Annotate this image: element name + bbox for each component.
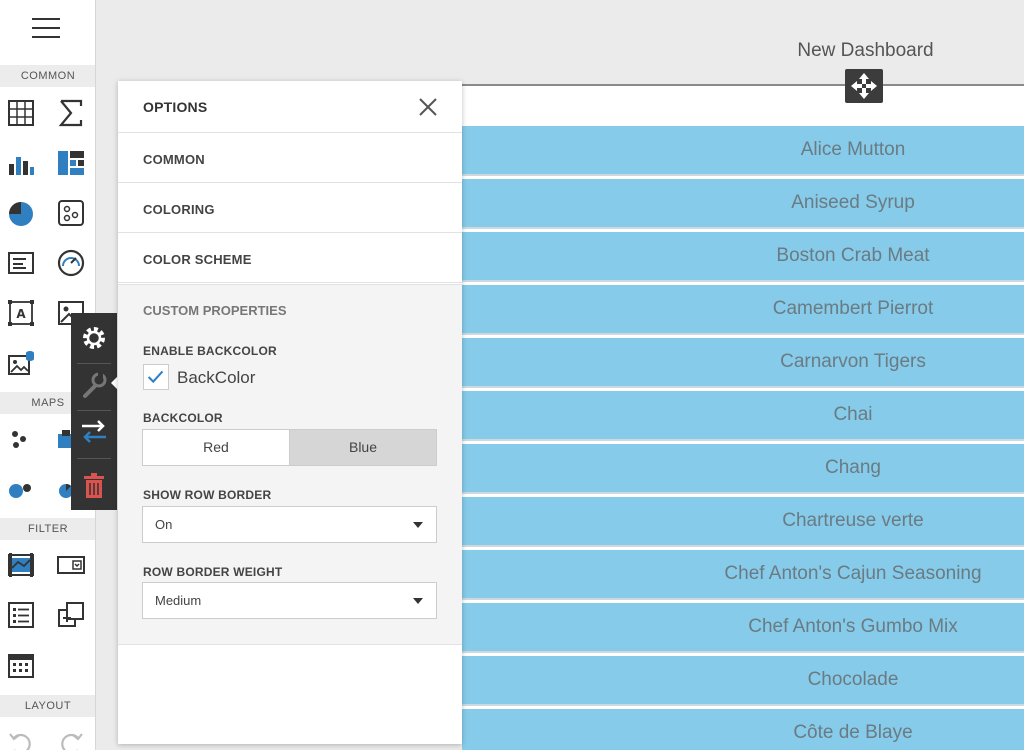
- table-row[interactable]: Chef Anton's Cajun Seasoning: [462, 550, 1024, 600]
- options-header: OPTIONS: [118, 81, 462, 133]
- hamburger-menu-icon[interactable]: [32, 18, 60, 42]
- section-coloring[interactable]: COLORING: [118, 183, 462, 233]
- range-filter-icon[interactable]: [6, 550, 36, 580]
- checkmark-icon: [147, 370, 164, 384]
- redo-icon[interactable]: [56, 726, 86, 750]
- chevron-down-icon: [413, 598, 423, 604]
- row-border-weight-select[interactable]: Medium: [142, 582, 437, 619]
- table-row[interactable]: Chef Anton's Gumbo Mix: [462, 603, 1024, 653]
- show-row-border-label: SHOW ROW BORDER: [143, 488, 272, 502]
- backcolor-checkbox[interactable]: [143, 364, 169, 390]
- table-row[interactable]: Camembert Pierrot: [462, 285, 1024, 335]
- table-row[interactable]: Carnarvon Tigers: [462, 338, 1024, 388]
- custom-properties-title[interactable]: CUSTOM PROPERTIES: [143, 303, 287, 318]
- section-common[interactable]: COMMON: [118, 133, 462, 183]
- table-row[interactable]: Aniseed Syrup: [462, 179, 1024, 229]
- enable-backcolor-label: ENABLE BACKCOLOR: [143, 344, 277, 358]
- toolbox-group-filter: FILTER: [0, 518, 95, 540]
- geo-point-map-icon[interactable]: [6, 424, 36, 454]
- list-box-icon[interactable]: [6, 600, 36, 630]
- date-filter-icon[interactable]: [6, 650, 36, 680]
- table-row[interactable]: Alice Mutton: [462, 126, 1024, 176]
- table-row[interactable]: Chocolade: [462, 656, 1024, 706]
- dashboard-title[interactable]: New Dashboard: [97, 40, 1024, 62]
- gear-icon[interactable]: [79, 323, 109, 353]
- select-value: Medium: [155, 593, 202, 608]
- pie-chart-icon[interactable]: [6, 198, 36, 228]
- backcolor-button-group: Red Blue: [142, 429, 437, 466]
- toolbox-group-common: COMMON: [0, 65, 95, 87]
- options-panel: OPTIONS COMMON COLORING COLOR SCHEME CUS…: [118, 81, 462, 744]
- section-label: COMMON: [143, 152, 205, 167]
- trash-icon[interactable]: [79, 471, 109, 501]
- table-row[interactable]: Chartreuse verte: [462, 497, 1024, 547]
- move-handle-icon[interactable]: [845, 69, 883, 103]
- table-row[interactable]: Chang: [462, 444, 1024, 494]
- grid-dashboard-item[interactable]: Alice Mutton Aniseed Syrup Boston Crab M…: [462, 84, 1024, 750]
- scatter-chart-icon[interactable]: [56, 198, 86, 228]
- table-row[interactable]: Côte de Blaye: [462, 709, 1024, 750]
- custom-properties-section: CUSTOM PROPERTIES ENABLE BACKCOLOR BackC…: [118, 284, 462, 645]
- svg-text:A: A: [16, 307, 26, 321]
- convert-arrows-icon[interactable]: [79, 417, 109, 447]
- bubble-map-icon[interactable]: [6, 474, 36, 504]
- backcolor-checkbox-label[interactable]: BackColor: [177, 368, 255, 388]
- row-border-weight-label: ROW BORDER WEIGHT: [143, 565, 283, 579]
- combo-box-icon[interactable]: [56, 550, 86, 580]
- table-row[interactable]: Chai: [462, 391, 1024, 441]
- options-title: OPTIONS: [143, 99, 208, 115]
- bar-chart-icon[interactable]: [6, 148, 36, 178]
- section-label: COLOR SCHEME: [143, 252, 252, 267]
- select-value: On: [155, 517, 173, 532]
- item-action-bar: [71, 313, 117, 510]
- section-label: COLORING: [143, 202, 215, 217]
- card-item-icon[interactable]: [6, 248, 36, 278]
- backcolor-label: BACKCOLOR: [143, 411, 223, 425]
- backcolor-option-red[interactable]: Red: [143, 430, 289, 465]
- backcolor-option-blue[interactable]: Blue: [289, 430, 436, 465]
- text-box-icon[interactable]: A: [6, 298, 36, 328]
- bound-image-icon[interactable]: [6, 348, 36, 378]
- tree-view-icon[interactable]: [56, 600, 86, 630]
- undo-icon[interactable]: [6, 726, 36, 750]
- gauge-icon[interactable]: [56, 248, 86, 278]
- section-color-scheme[interactable]: COLOR SCHEME: [118, 233, 462, 283]
- table-row[interactable]: Boston Crab Meat: [462, 232, 1024, 282]
- treemap-icon[interactable]: [56, 148, 86, 178]
- toolbox-group-layout: LAYOUT: [0, 695, 95, 717]
- chevron-down-icon: [413, 522, 423, 528]
- close-icon[interactable]: [418, 97, 438, 117]
- grid-item-icon[interactable]: [6, 98, 36, 128]
- sigma-card-icon[interactable]: [56, 98, 86, 128]
- show-row-border-select[interactable]: On: [142, 506, 437, 543]
- wrench-icon[interactable]: [79, 370, 109, 400]
